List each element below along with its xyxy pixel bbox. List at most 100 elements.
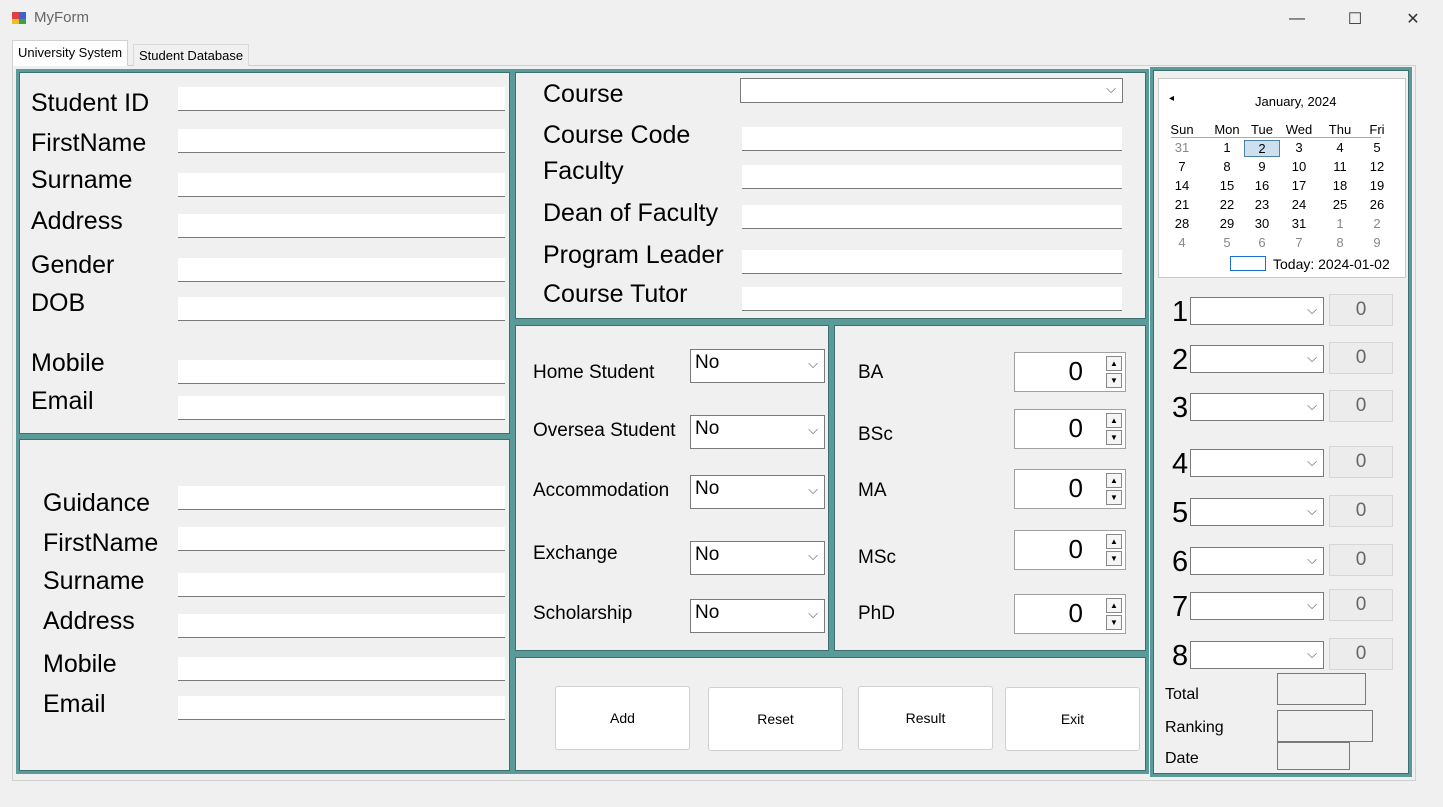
module-score[interactable]: 0 bbox=[1329, 638, 1393, 670]
module-combo[interactable]: ⌵ bbox=[1190, 498, 1324, 526]
calendar-day[interactable]: 1 bbox=[1209, 140, 1245, 155]
maximize-button[interactable]: ☐ bbox=[1326, 0, 1384, 38]
calendar-day[interactable]: 7 bbox=[1281, 235, 1317, 250]
exit-button[interactable]: Exit bbox=[1005, 687, 1140, 751]
calendar-day[interactable]: 9 bbox=[1359, 235, 1395, 250]
arrow-down-icon[interactable]: ▼ bbox=[1106, 490, 1122, 505]
arrow-up-icon[interactable]: ▲ bbox=[1106, 598, 1122, 613]
calendar-day[interactable]: 31 bbox=[1281, 216, 1317, 231]
guidance-address-field[interactable] bbox=[178, 614, 505, 638]
result-button[interactable]: Result bbox=[858, 686, 993, 750]
calendar-day[interactable]: 5 bbox=[1359, 140, 1395, 155]
guidance-field[interactable] bbox=[178, 486, 505, 510]
msc-stepper[interactable]: 0 ▲ ▼ bbox=[1014, 530, 1126, 570]
student-address-field[interactable] bbox=[178, 214, 505, 238]
close-button[interactable]: ✕ bbox=[1384, 0, 1442, 38]
add-button[interactable]: Add bbox=[555, 686, 690, 750]
arrow-down-icon[interactable]: ▼ bbox=[1106, 430, 1122, 445]
faculty-field[interactable] bbox=[742, 165, 1122, 189]
calendar-day[interactable]: 8 bbox=[1209, 159, 1245, 174]
calendar-day[interactable]: 19 bbox=[1359, 178, 1395, 193]
calendar-day[interactable]: 18 bbox=[1322, 178, 1358, 193]
arrow-down-icon[interactable]: ▼ bbox=[1106, 373, 1122, 388]
accommodation-combo[interactable]: No ⌵ bbox=[690, 475, 825, 509]
ma-stepper[interactable]: 0 ▲ ▼ bbox=[1014, 469, 1126, 509]
module-score[interactable]: 0 bbox=[1329, 544, 1393, 576]
calendar-day[interactable]: 31 bbox=[1164, 140, 1200, 155]
student-id-field[interactable] bbox=[178, 87, 505, 111]
module-combo[interactable]: ⌵ bbox=[1190, 393, 1324, 421]
calendar-day[interactable]: 3 bbox=[1281, 140, 1317, 155]
arrow-up-icon[interactable]: ▲ bbox=[1106, 473, 1122, 488]
guidance-email-field[interactable] bbox=[178, 696, 505, 720]
calendar-day[interactable]: 6 bbox=[1244, 235, 1280, 250]
student-email-field[interactable] bbox=[178, 396, 505, 420]
prev-month-icon[interactable]: ◂ bbox=[1169, 93, 1174, 104]
calendar-day[interactable]: 1 bbox=[1322, 216, 1358, 231]
calendar-day[interactable]: 15 bbox=[1209, 178, 1245, 193]
calendar-day[interactable]: 25 bbox=[1322, 197, 1358, 212]
arrow-up-icon[interactable]: ▲ bbox=[1106, 356, 1122, 371]
month-calendar[interactable]: ◂ January, 2024 Sun Mon Tue Wed Thu Fri … bbox=[1158, 78, 1406, 278]
program-leader-field[interactable] bbox=[742, 250, 1122, 274]
course-code-field[interactable] bbox=[742, 127, 1122, 151]
student-gender-field[interactable] bbox=[178, 258, 505, 282]
calendar-day[interactable]: 9 bbox=[1244, 159, 1280, 174]
student-firstname-field[interactable] bbox=[178, 129, 505, 153]
calendar-day[interactable]: 30 bbox=[1244, 216, 1280, 231]
bsc-stepper[interactable]: 0 ▲ ▼ bbox=[1014, 409, 1126, 449]
module-score[interactable]: 0 bbox=[1329, 589, 1393, 621]
calendar-day[interactable]: 8 bbox=[1322, 235, 1358, 250]
guidance-mobile-field[interactable] bbox=[178, 657, 505, 681]
dean-field[interactable] bbox=[742, 205, 1122, 229]
calendar-day[interactable]: 21 bbox=[1164, 197, 1200, 212]
calendar-day[interactable]: 10 bbox=[1281, 159, 1317, 174]
date-field[interactable] bbox=[1277, 742, 1350, 770]
phd-stepper[interactable]: 0 ▲ ▼ bbox=[1014, 594, 1126, 634]
calendar-day[interactable]: 7 bbox=[1164, 159, 1200, 174]
module-score[interactable]: 0 bbox=[1329, 446, 1393, 478]
calendar-day[interactable]: 23 bbox=[1244, 197, 1280, 212]
arrow-up-icon[interactable]: ▲ bbox=[1106, 534, 1122, 549]
calendar-day[interactable]: 14 bbox=[1164, 178, 1200, 193]
oversea-student-combo[interactable]: No ⌵ bbox=[690, 415, 825, 449]
calendar-day[interactable]: 4 bbox=[1322, 140, 1358, 155]
module-combo[interactable]: ⌵ bbox=[1190, 592, 1324, 620]
today-label[interactable]: Today: 2024-01-02 bbox=[1273, 256, 1390, 272]
module-score[interactable]: 0 bbox=[1329, 342, 1393, 374]
reset-button[interactable]: Reset bbox=[708, 687, 843, 751]
calendar-day[interactable]: 2 bbox=[1359, 216, 1395, 231]
arrow-up-icon[interactable]: ▲ bbox=[1106, 413, 1122, 428]
guidance-firstname-field[interactable] bbox=[178, 527, 505, 551]
exchange-combo[interactable]: No ⌵ bbox=[690, 541, 825, 575]
home-student-combo[interactable]: No ⌵ bbox=[690, 349, 825, 383]
ranking-field[interactable] bbox=[1277, 710, 1373, 742]
course-combo[interactable]: ⌵ bbox=[740, 78, 1123, 103]
calendar-day[interactable]: 11 bbox=[1322, 159, 1358, 174]
calendar-day[interactable]: 24 bbox=[1281, 197, 1317, 212]
ba-stepper[interactable]: 0 ▲ ▼ bbox=[1014, 352, 1126, 392]
module-combo[interactable]: ⌵ bbox=[1190, 345, 1324, 373]
minimize-button[interactable]: — bbox=[1268, 0, 1326, 38]
module-combo[interactable]: ⌵ bbox=[1190, 449, 1324, 477]
student-dob-field[interactable] bbox=[178, 297, 505, 321]
module-score[interactable]: 0 bbox=[1329, 390, 1393, 422]
calendar-month-label[interactable]: January, 2024 bbox=[1255, 94, 1336, 109]
arrow-down-icon[interactable]: ▼ bbox=[1106, 615, 1122, 630]
module-combo[interactable]: ⌵ bbox=[1190, 641, 1324, 669]
student-mobile-field[interactable] bbox=[178, 360, 505, 384]
calendar-day[interactable]: 16 bbox=[1244, 178, 1280, 193]
calendar-day[interactable]: 26 bbox=[1359, 197, 1395, 212]
module-combo[interactable]: ⌵ bbox=[1190, 297, 1324, 325]
calendar-day[interactable]: 12 bbox=[1359, 159, 1395, 174]
student-surname-field[interactable] bbox=[178, 173, 505, 197]
calendar-day[interactable]: 5 bbox=[1209, 235, 1245, 250]
tab-student-database[interactable]: Student Database bbox=[133, 44, 250, 66]
course-tutor-field[interactable] bbox=[742, 287, 1122, 311]
module-score[interactable]: 0 bbox=[1329, 495, 1393, 527]
calendar-day[interactable]: 28 bbox=[1164, 216, 1200, 231]
calendar-day[interactable]: 22 bbox=[1209, 197, 1245, 212]
calendar-day[interactable]: 4 bbox=[1164, 235, 1200, 250]
module-score[interactable]: 0 bbox=[1329, 294, 1393, 326]
calendar-day[interactable]: 17 bbox=[1281, 178, 1317, 193]
